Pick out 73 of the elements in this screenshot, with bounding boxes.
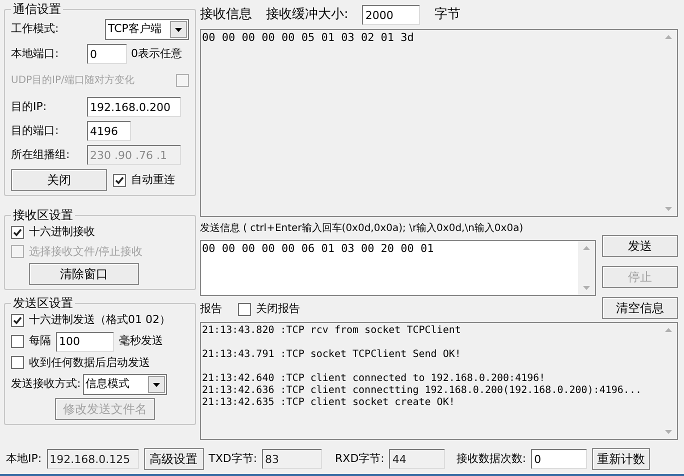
checkbox[interactable] — [11, 314, 24, 327]
send-info-title: 发送信息 ( ctrl+Enter输入回车(0x0d,0x0a); \r输入0x0d,\n输入0x0a) — [200, 222, 524, 236]
field-label: 接收数据次数: — [456, 450, 526, 467]
dropdown-arrow-icon — [152, 382, 160, 386]
group-title: 接收区设置 — [12, 207, 74, 224]
checkbox-label: 十六进制接收 — [29, 224, 95, 240]
check-icon — [115, 176, 124, 184]
push-button[interactable]: 关闭 — [11, 169, 107, 191]
dropdown-arrow-icon — [175, 28, 182, 32]
field-label: TXD字节: — [208, 450, 258, 467]
field-label: 本地端口: — [11, 46, 60, 62]
scroll-up-icon — [583, 246, 590, 250]
report-log[interactable] — [200, 322, 678, 440]
log-line: 21:13:43.820 :TCP rcv from socket TCPClient — [202, 325, 462, 337]
scroll-up-icon — [665, 328, 672, 332]
input-field[interactable]: 0 — [87, 44, 127, 64]
scroll-up-icon — [665, 35, 672, 39]
scroll-down-icon — [583, 286, 590, 290]
scrollbar[interactable] — [578, 241, 595, 295]
log-line: 21:13:42.636 :TCP client connectting 192.168.0.200(192.168.0.200):4196... — [202, 385, 642, 397]
input-field[interactable]: 4196 — [87, 121, 131, 141]
scroll-down-icon — [665, 430, 672, 434]
group-title: 发送区设置 — [12, 295, 74, 312]
received-data: 00 00 00 00 00 05 01 03 02 01 3d — [201, 30, 415, 46]
checkbox[interactable] — [238, 302, 251, 316]
group-title: 通信设置 — [12, 1, 62, 18]
field-label: 发送接收方式: — [11, 376, 81, 392]
field-label: 报告 — [200, 301, 222, 317]
input-field[interactable]: 44 — [389, 449, 446, 469]
checkbox-label: 自动重连 — [131, 172, 175, 188]
field-label: 接收缓冲大小: — [266, 6, 348, 24]
field-label: 工作模式: — [11, 21, 59, 38]
log-line: 21:13:43.791 :TCP socket TCPClient Send OK! — [202, 349, 462, 361]
push-button[interactable]: 高级设置 — [144, 448, 204, 470]
field-label: 每隔 — [29, 333, 51, 350]
check-icon — [13, 316, 22, 325]
input-field[interactable]: 83 — [262, 449, 322, 469]
input-field[interactable]: 2000 — [362, 5, 420, 25]
checkbox-label: 收到任何数据后启动发送 — [29, 354, 150, 370]
dropdown[interactable]: TCP客户端 — [105, 19, 189, 40]
push-button[interactable]: 清空信息 — [602, 297, 678, 319]
send-data: 00 00 00 00 00 06 01 03 00 20 00 01 — [201, 241, 435, 257]
input-field[interactable]: 0 — [531, 449, 588, 469]
log-line: 21:13:42.640 :TCP client connected to 192.168.0.200:4196! — [202, 373, 546, 385]
dropdown[interactable]: 信息模式 — [82, 374, 167, 395]
checkbox-label: 选择接收文件/停止接收 — [29, 244, 143, 260]
input-field[interactable]: 100 — [56, 332, 114, 352]
field-label: 毫秒发送 — [119, 333, 163, 350]
field-label: 0表示任意 — [131, 46, 182, 62]
field-label: 接收信息 — [200, 6, 252, 24]
checkbox-label: UDP目的IP/端口随对方变化 — [11, 74, 134, 88]
checkbox[interactable] — [11, 226, 24, 239]
send-text-area[interactable]: 00 00 00 00 00 06 01 03 00 20 00 01 — [200, 240, 596, 296]
field-label: 目的端口: — [11, 122, 60, 139]
push-button[interactable]: 重新计数 — [592, 448, 650, 470]
check-icon — [13, 228, 22, 237]
field-label: 所在组播组: — [11, 146, 71, 163]
checkbox-label: 关闭报告 — [256, 301, 300, 317]
checkbox-label: 十六进制发送（格式01 02） — [29, 312, 170, 328]
checkbox[interactable] — [113, 174, 126, 186]
checkbox[interactable] — [11, 335, 24, 348]
field-label: 本地IP: — [6, 450, 42, 467]
log-line: 21:13:42.635 :TCP client socket create OK! — [202, 397, 456, 409]
push-button[interactable]: 清除窗口 — [29, 263, 139, 285]
scroll-down-icon — [665, 207, 672, 211]
field-label: 字节 — [434, 6, 460, 24]
field-label: RXD字节: — [335, 450, 384, 467]
input-field[interactable]: 192.168.0.125 — [46, 449, 139, 469]
receive-text-area[interactable]: 00 00 00 00 00 05 01 03 02 01 3d — [200, 29, 678, 217]
input-field[interactable]: 192.168.0.200 — [87, 97, 181, 117]
checkbox[interactable] — [11, 356, 24, 370]
push-button[interactable]: 发送 — [602, 235, 678, 257]
field-label: 目的IP: — [11, 98, 48, 115]
